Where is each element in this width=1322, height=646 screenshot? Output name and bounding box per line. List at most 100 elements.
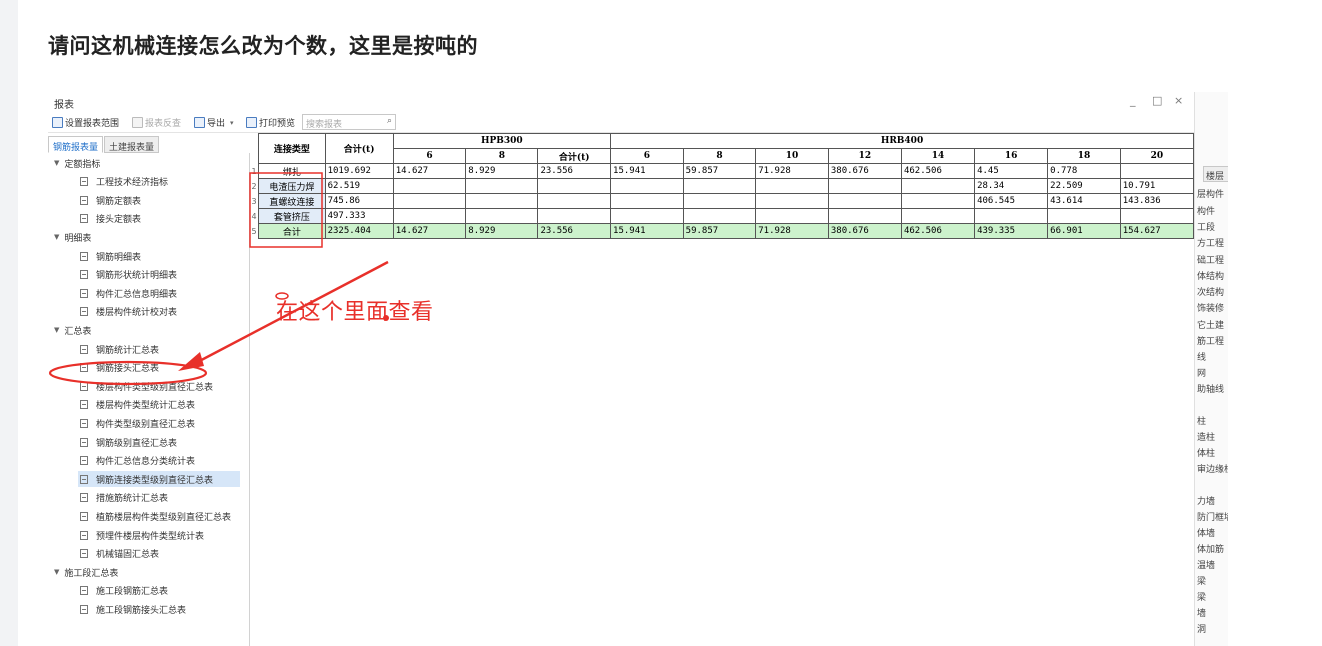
tree-item[interactable]: 钢筋形状统计明细表 — [80, 267, 177, 283]
tree-item[interactable]: 机械锚固汇总表 — [80, 546, 159, 562]
table-cell[interactable] — [392, 193, 467, 209]
table-cell[interactable] — [392, 208, 467, 224]
tree-item[interactable]: 钢筋明细表 — [80, 248, 141, 264]
table-cell[interactable] — [900, 208, 976, 224]
table-cell[interactable]: 745.86 — [324, 193, 394, 209]
right-panel-item[interactable]: 层构件 — [1197, 187, 1224, 200]
table-cell[interactable]: 380.676 — [827, 163, 902, 179]
tree-group[interactable]: ▼ 施工段汇总表 — [54, 564, 118, 580]
report-search-input[interactable]: 搜索报表 ⌕ — [302, 114, 396, 130]
right-panel-item[interactable]: 体结构 — [1197, 269, 1224, 282]
table-cell[interactable]: 8.929 — [465, 223, 539, 239]
right-panel-item[interactable]: 柱 — [1197, 414, 1206, 427]
table-cell[interactable]: 143.836 — [1119, 193, 1194, 209]
table-cell[interactable]: 462.506 — [900, 163, 976, 179]
right-panel-item[interactable]: 饰装修 — [1197, 301, 1224, 314]
chevron-down-icon[interactable]: ▼ — [54, 233, 59, 241]
tab-rebar-report[interactable]: 钢筋报表量 — [48, 136, 104, 153]
table-cell[interactable] — [537, 193, 612, 209]
table-cell[interactable] — [610, 208, 684, 224]
table-cell[interactable]: 4.45 — [974, 163, 1049, 179]
right-panel-item[interactable]: 造柱 — [1197, 430, 1215, 443]
print-preview-button[interactable]: 打印预览 — [246, 116, 295, 129]
table-cell[interactable]: 14.627 — [392, 223, 467, 239]
table-cell[interactable] — [537, 208, 612, 224]
table-cell[interactable] — [682, 178, 757, 194]
tree-item[interactable]: 接头定额表 — [80, 211, 141, 227]
table-cell[interactable] — [465, 208, 539, 224]
right-panel-item[interactable]: 工段 — [1197, 220, 1215, 233]
table-cell[interactable] — [682, 193, 757, 209]
table-cell[interactable]: 462.506 — [900, 223, 976, 239]
table-cell[interactable]: 62.519 — [324, 178, 394, 194]
table-cell[interactable] — [827, 178, 902, 194]
right-panel-item[interactable]: 梁 — [1197, 574, 1206, 587]
table-row[interactable]: 1 绑扎 1019.692 14.627 8.929 23.556 15.941 59.857… — [250, 163, 1194, 179]
cell-connection-type[interactable]: 直螺纹连接 — [258, 193, 326, 209]
table-cell[interactable] — [610, 193, 684, 209]
right-panel-item[interactable]: 温墙 — [1197, 558, 1215, 571]
table-row[interactable]: 5 合计 2325.404 14.627 8.929 23.556 15.941 59.857… — [250, 223, 1194, 239]
cell-connection-type[interactable]: 绑扎 — [258, 163, 326, 179]
table-cell[interactable]: 380.676 — [827, 223, 902, 239]
minimize-icon[interactable]: _ — [1130, 94, 1136, 107]
tree-group[interactable]: ▼ 定额指标 — [54, 155, 100, 171]
table-cell[interactable] — [755, 193, 829, 209]
tree-group[interactable]: ▼ 明细表 — [54, 229, 91, 245]
table-cell[interactable] — [755, 208, 829, 224]
table-cell[interactable] — [465, 178, 539, 194]
right-panel-item[interactable]: 审边缘柱 — [1197, 462, 1228, 475]
right-panel-item[interactable]: 防门框墙 — [1197, 510, 1228, 523]
table-cell[interactable]: 406.545 — [974, 193, 1049, 209]
set-report-range-button[interactable]: 设置报表范围 — [52, 116, 119, 129]
table-row[interactable]: 4 套管挤压 497.333 — [250, 208, 1194, 224]
table-cell[interactable] — [1119, 208, 1194, 224]
table-cell[interactable] — [465, 193, 539, 209]
table-cell[interactable]: 59.857 — [682, 223, 757, 239]
right-panel-item[interactable]: 础工程 — [1197, 253, 1224, 266]
table-cell[interactable] — [537, 178, 612, 194]
table-cell[interactable]: 66.901 — [1047, 223, 1121, 239]
table-cell[interactable] — [755, 178, 829, 194]
table-cell[interactable]: 10.791 — [1119, 178, 1194, 194]
tree-item[interactable]: 施工段钢筋接头汇总表 — [80, 601, 186, 617]
table-cell[interactable]: 1019.692 — [324, 163, 394, 179]
table-cell[interactable] — [682, 208, 757, 224]
right-panel-item[interactable]: 洞 — [1197, 622, 1206, 635]
cell-connection-type[interactable]: 合计 — [258, 223, 326, 239]
right-panel-item[interactable]: 它土建 — [1197, 318, 1224, 331]
table-cell[interactable] — [610, 178, 684, 194]
table-cell[interactable] — [827, 208, 902, 224]
right-panel-item[interactable]: 网 — [1197, 366, 1206, 379]
right-panel-item[interactable]: 筋工程 — [1197, 334, 1224, 347]
table-cell[interactable]: 43.614 — [1047, 193, 1121, 209]
table-cell[interactable]: 15.941 — [610, 163, 684, 179]
cell-connection-type[interactable]: 套管挤压 — [258, 208, 326, 224]
tree-item[interactable]: 钢筋连接类型级别直径汇总表 — [78, 471, 240, 488]
tree-item[interactable]: 构件类型级别直径汇总表 — [80, 415, 195, 431]
table-cell[interactable]: 15.941 — [610, 223, 684, 239]
right-panel-item[interactable]: 助轴线 — [1197, 382, 1224, 395]
table-cell[interactable]: 154.627 — [1119, 223, 1194, 239]
tree-item[interactable]: 构件汇总信息分类统计表 — [80, 453, 195, 469]
cell-connection-type[interactable]: 电渣压力焊 — [258, 178, 326, 194]
right-panel-item[interactable]: 梁 — [1197, 590, 1206, 603]
chevron-down-icon[interactable]: ▼ — [54, 568, 59, 576]
table-cell[interactable]: 23.556 — [537, 223, 612, 239]
table-cell[interactable]: 14.627 — [392, 163, 467, 179]
export-button[interactable]: 导出 ▾ — [194, 116, 234, 129]
tree-item[interactable]: 钢筋级别直径汇总表 — [80, 434, 177, 450]
right-panel-item[interactable]: 体柱 — [1197, 446, 1215, 459]
table-cell[interactable] — [974, 208, 1049, 224]
right-panel-item[interactable]: 体加筋 — [1197, 542, 1224, 555]
table-cell[interactable]: 22.509 — [1047, 178, 1121, 194]
right-panel-item[interactable]: 力墙 — [1197, 494, 1215, 507]
tree-item[interactable]: 楼层构件类型级别直径汇总表 — [80, 378, 213, 394]
chevron-down-icon[interactable]: ▼ — [54, 159, 59, 167]
tree-item[interactable]: 钢筋接头汇总表 — [80, 360, 159, 376]
maximize-icon[interactable]: □ — [1152, 94, 1162, 107]
tree-item[interactable]: 施工段钢筋汇总表 — [80, 583, 168, 599]
table-cell[interactable]: 0.778 — [1047, 163, 1121, 179]
right-panel-item[interactable]: 构件 — [1197, 204, 1215, 217]
right-panel-item[interactable]: 线 — [1197, 350, 1206, 363]
